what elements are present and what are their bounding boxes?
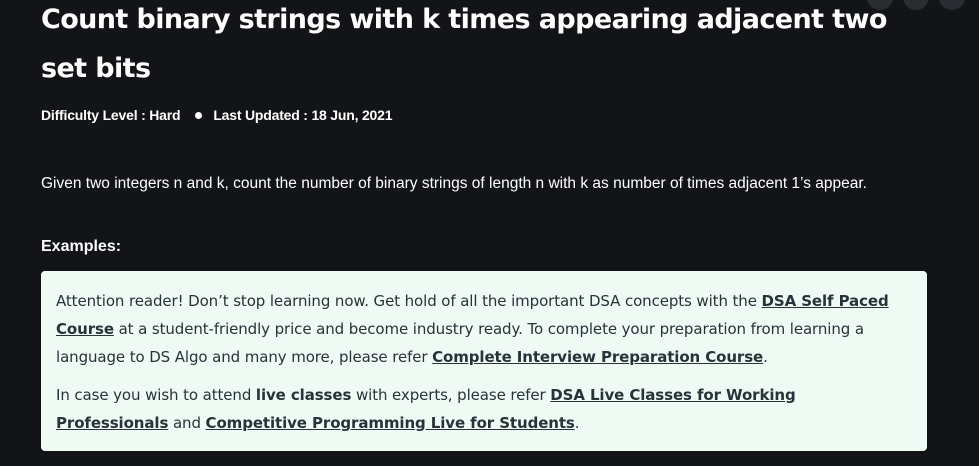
competitive-programming-live-link[interactable]: Competitive Programming Live for Student… [206,414,575,432]
article-meta: Difficulty Level : Hard Last Updated : 1… [41,107,393,123]
notice-text: In case you wish to attend [56,386,256,404]
notice-text: with experts, please refer [351,386,551,404]
article-title: Count binary strings with k times appear… [41,4,887,84]
complete-interview-preparation-link[interactable]: Complete Interview Preparation Course [432,348,763,366]
course-notice-box: Attention reader! Don’t stop learning no… [41,271,927,451]
notice-text: Attention reader! Don’t stop learning no… [56,292,762,310]
last-updated: Last Updated : 18 Jun, 2021 [213,107,393,123]
live-classes-emphasis: live classes [255,386,352,404]
problem-statement: Given two integers n and k, count the nu… [41,175,867,192]
toolbar-circle-button[interactable] [939,0,965,10]
notice-text: . [574,414,580,432]
notice-text: . [763,348,768,366]
difficulty-level: Difficulty Level : Hard [41,107,181,123]
article-page: Count binary strings with k times appear… [0,0,979,466]
notice-text: and [168,414,206,432]
bullet-dot-icon [195,111,203,119]
examples-heading: Examples: [41,238,122,255]
notice-paragraph-1: Attention reader! Don’t stop learning no… [56,287,912,371]
notice-paragraph-2: In case you wish to attend live classes … [56,381,912,437]
